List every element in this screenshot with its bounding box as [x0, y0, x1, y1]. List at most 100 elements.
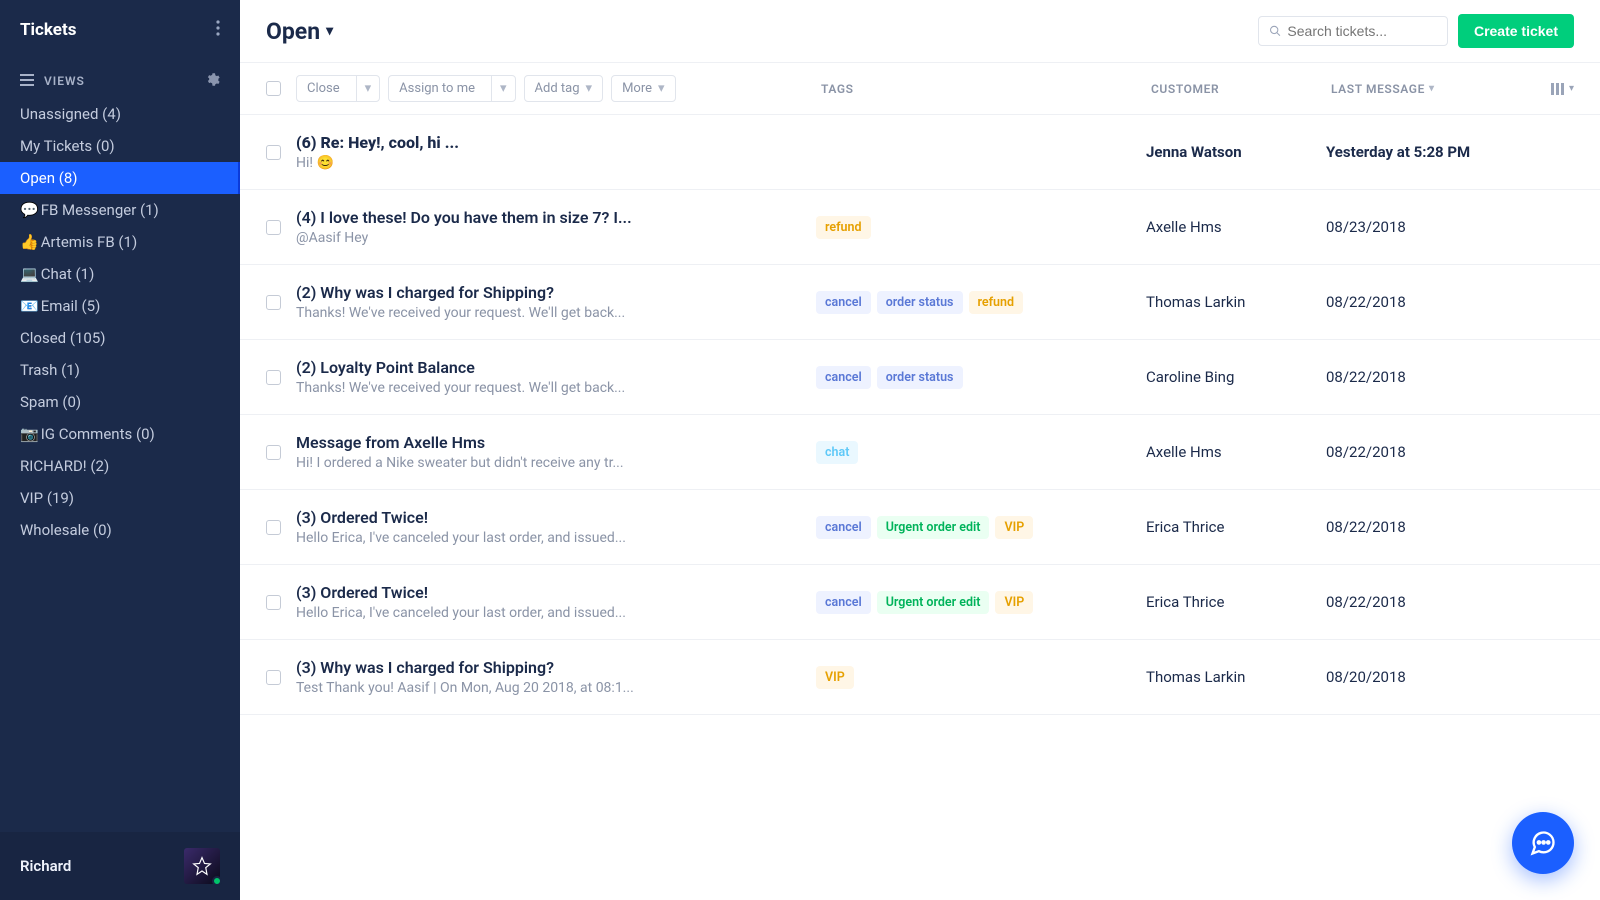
- column-header-tags[interactable]: TAGS: [821, 82, 1151, 96]
- ticket-snippet: Hi! I ordered a Nike sweater but didn't …: [296, 455, 796, 471]
- chevron-down-icon: ▾: [658, 81, 665, 96]
- ticket-customer: Erica Thrice: [1146, 593, 1326, 611]
- ticket-row[interactable]: (3) Ordered Twice!Hello Erica, I've canc…: [240, 490, 1600, 565]
- tag[interactable]: VIP: [816, 666, 854, 689]
- page-title-dropdown[interactable]: Open ▾: [266, 18, 333, 45]
- ticket-row[interactable]: (3) Why was I charged for Shipping?Test …: [240, 640, 1600, 715]
- ticket-tags: cancel Urgent order editVIP: [816, 516, 1146, 539]
- ticket-tags: cancel order status refund: [816, 291, 1146, 314]
- ticket-tags: refund: [816, 216, 1146, 239]
- tag[interactable]: order status: [877, 291, 963, 314]
- sidebar-item[interactable]: My Tickets (0): [0, 130, 240, 162]
- sidebar-item[interactable]: 📷IG Comments (0): [0, 418, 240, 450]
- more-vertical-icon[interactable]: [216, 20, 220, 40]
- sidebar-item[interactable]: 👍Artemis FB (1): [0, 226, 240, 258]
- row-checkbox[interactable]: [266, 670, 281, 685]
- ticket-row[interactable]: (2) Loyalty Point BalanceThanks! We've r…: [240, 340, 1600, 415]
- create-ticket-button[interactable]: Create ticket: [1458, 14, 1574, 48]
- sidebar-item[interactable]: Unassigned (4): [0, 98, 240, 130]
- sidebar-item-label: Artemis FB (1): [41, 233, 138, 251]
- tag[interactable]: cancel: [816, 591, 871, 614]
- tag[interactable]: Urgent order edit: [877, 591, 990, 614]
- sidebar-item-icon: 👍: [20, 233, 39, 251]
- row-checkbox[interactable]: [266, 370, 281, 385]
- sidebar-item-label: My Tickets (0): [20, 137, 115, 155]
- ticket-row[interactable]: (6) Re: Hey!, cool, hi ...Hi! 😊Jenna Wat…: [240, 115, 1600, 190]
- tag[interactable]: VIP: [995, 516, 1033, 539]
- sidebar-item[interactable]: VIP (19): [0, 482, 240, 514]
- ticket-last-message: 08/22/2018: [1326, 518, 1546, 536]
- tag[interactable]: cancel: [816, 366, 871, 389]
- tag[interactable]: Urgent order edit: [877, 516, 990, 539]
- ticket-row[interactable]: Message from Axelle HmsHi! I ordered a N…: [240, 415, 1600, 490]
- sidebar-item-icon: 📧: [20, 297, 39, 315]
- sidebar-item-label: Open (8): [20, 169, 78, 187]
- sidebar-item-label: RICHARD! (2): [20, 457, 109, 475]
- tag[interactable]: cancel: [816, 291, 871, 314]
- ticket-subject: (2) Why was I charged for Shipping?: [296, 283, 796, 302]
- sidebar-item[interactable]: RICHARD! (2): [0, 450, 240, 482]
- more-button[interactable]: More ▾: [611, 75, 675, 102]
- chevron-down-icon[interactable]: ▾: [356, 76, 380, 101]
- chat-fab[interactable]: [1512, 812, 1574, 874]
- search-input-wrap[interactable]: [1258, 16, 1448, 46]
- sidebar-item[interactable]: Spam (0): [0, 386, 240, 418]
- ticket-customer: Caroline Bing: [1146, 368, 1326, 386]
- ticket-subject: (6) Re: Hey!, cool, hi ...: [296, 133, 796, 152]
- ticket-tags: VIP: [816, 666, 1146, 689]
- ticket-customer: Erica Thrice: [1146, 518, 1326, 536]
- sidebar-item-label: Email (5): [41, 297, 101, 315]
- ticket-tags: cancel Urgent order editVIP: [816, 591, 1146, 614]
- tag[interactable]: VIP: [995, 591, 1033, 614]
- ticket-last-message: 08/22/2018: [1326, 368, 1546, 386]
- ticket-row[interactable]: (3) Ordered Twice!Hello Erica, I've canc…: [240, 565, 1600, 640]
- ticket-last-message: 08/22/2018: [1326, 293, 1546, 311]
- search-input[interactable]: [1287, 23, 1437, 39]
- tag[interactable]: refund: [969, 291, 1024, 314]
- tag[interactable]: refund: [816, 216, 871, 239]
- ticket-snippet: Thanks! We've received your request. We'…: [296, 305, 796, 321]
- ticket-customer: Jenna Watson: [1146, 143, 1326, 161]
- tag[interactable]: cancel: [816, 516, 871, 539]
- sidebar: Tickets VIEWS Unassigned (4)My Tickets (…: [0, 0, 240, 900]
- row-checkbox[interactable]: [266, 445, 281, 460]
- row-checkbox[interactable]: [266, 145, 281, 160]
- ticket-tags: chat: [816, 441, 1146, 464]
- sidebar-item[interactable]: Wholesale (0): [0, 514, 240, 546]
- ticket-row[interactable]: (4) I love these! Do you have them in si…: [240, 190, 1600, 265]
- row-checkbox[interactable]: [266, 220, 281, 235]
- ticket-snippet: Thanks! We've received your request. We'…: [296, 380, 796, 396]
- chevron-down-icon[interactable]: ▾: [491, 76, 515, 101]
- sidebar-item-label: Chat (1): [41, 265, 95, 283]
- gear-icon[interactable]: [205, 72, 220, 90]
- tag[interactable]: chat: [816, 441, 858, 464]
- sidebar-item[interactable]: Trash (1): [0, 354, 240, 386]
- column-header-last-message[interactable]: LAST MESSAGE ▾: [1331, 82, 1551, 96]
- sidebar-item[interactable]: 💬FB Messenger (1): [0, 194, 240, 226]
- sidebar-item-label: Unassigned (4): [20, 105, 121, 123]
- sidebar-item-label: Closed (105): [20, 329, 106, 347]
- select-all-checkbox[interactable]: [266, 81, 281, 96]
- tag[interactable]: order status: [877, 366, 963, 389]
- close-button[interactable]: Close ▾: [296, 75, 380, 102]
- sidebar-item-label: VIP (19): [20, 489, 74, 507]
- column-header-customer[interactable]: CUSTOMER: [1151, 82, 1331, 96]
- ticket-customer: Thomas Larkin: [1146, 668, 1326, 686]
- sidebar-item[interactable]: Open (8): [0, 162, 240, 194]
- sidebar-item[interactable]: 📧Email (5): [0, 290, 240, 322]
- ticket-customer: Thomas Larkin: [1146, 293, 1326, 311]
- sidebar-item[interactable]: 💻Chat (1): [0, 258, 240, 290]
- sidebar-item-icon: 💬: [20, 201, 39, 219]
- ticket-customer: Axelle Hms: [1146, 218, 1326, 236]
- add-tag-button[interactable]: Add tag ▾: [524, 75, 604, 102]
- ticket-row[interactable]: (2) Why was I charged for Shipping? Thank…: [240, 265, 1600, 340]
- assign-to-me-button[interactable]: Assign to me ▾: [388, 75, 515, 102]
- sidebar-item[interactable]: Closed (105): [0, 322, 240, 354]
- layout-options-button[interactable]: ▾: [1551, 83, 1574, 95]
- page-title: Open: [266, 18, 320, 45]
- row-checkbox[interactable]: [266, 520, 281, 535]
- row-checkbox[interactable]: [266, 295, 281, 310]
- sidebar-item-icon: 📷: [20, 425, 39, 443]
- row-checkbox[interactable]: [266, 595, 281, 610]
- sidebar-item-label: Spam (0): [20, 393, 81, 411]
